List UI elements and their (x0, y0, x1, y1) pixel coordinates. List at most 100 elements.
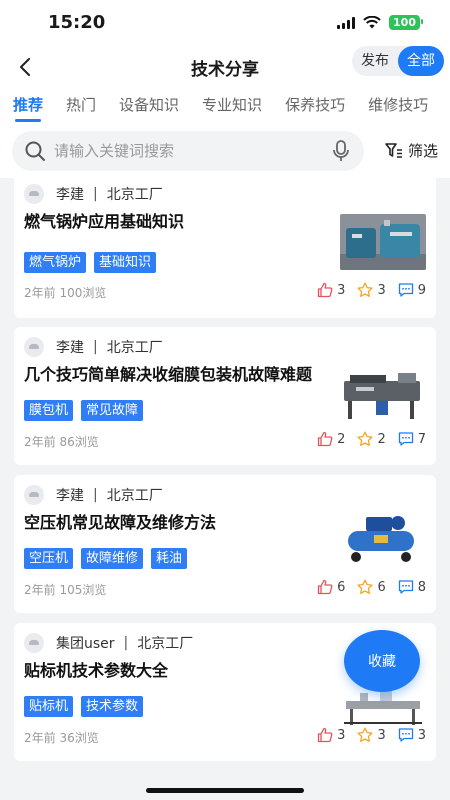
star-icon (357, 282, 373, 297)
post-title: 贴标机技术参数大全 (24, 661, 169, 680)
post-card[interactable]: 李建 | 北京工厂 燃气锅炉应用基础知识 燃气锅炉 基础知识 2年前 100浏览… (14, 178, 436, 318)
post-meta: 2年前 36浏览 (24, 729, 99, 746)
post-stats: 2 2 7 (305, 431, 426, 447)
status-icons: 100 (337, 15, 423, 30)
post-title: 几个技巧简单解决收缩膜包装机故障难题 (24, 365, 313, 384)
wifi-icon (363, 16, 381, 29)
company-name: 北京工厂 (106, 340, 163, 356)
post-tags: 膜包机 常见故障 (24, 400, 144, 421)
microphone-icon[interactable] (330, 139, 352, 163)
comment-icon (398, 728, 413, 742)
post-meta: 2年前 86浏览 (24, 433, 99, 450)
comment-button[interactable]: 3 (398, 727, 426, 743)
tag[interactable]: 空压机 (24, 548, 74, 569)
like-button[interactable]: 3 (317, 727, 345, 743)
comment-button[interactable]: 7 (398, 431, 426, 447)
comment-icon (398, 580, 413, 594)
post-tags: 燃气锅炉 基础知识 (24, 252, 157, 273)
tag[interactable]: 燃气锅炉 (24, 252, 87, 273)
star-count: 2 (377, 431, 386, 447)
tag[interactable]: 基础知识 (94, 252, 157, 273)
post-thumbnail-air-compressor (340, 509, 426, 565)
comment-icon (398, 283, 413, 297)
post-meta: 2年前 105浏览 (24, 581, 106, 598)
segment-all[interactable]: 全部 (398, 46, 444, 76)
like-count: 2 (337, 431, 346, 447)
star-count: 6 (377, 579, 386, 595)
author-name: 李建 (56, 340, 84, 356)
tab-professional-knowledge[interactable]: 专业知识 (202, 86, 262, 126)
post-views: 100浏览 (59, 286, 107, 300)
post-time: 2年前 (24, 583, 56, 597)
divider: | (93, 339, 98, 355)
star-button[interactable]: 3 (357, 282, 386, 298)
company-name: 北京工厂 (137, 636, 194, 652)
tab-recommend[interactable]: 推荐 (13, 86, 43, 126)
star-count: 3 (377, 727, 386, 743)
favorite-fab[interactable]: 收藏 (344, 630, 420, 692)
post-tags: 空压机 故障维修 耗油 (24, 548, 188, 569)
comment-icon (398, 432, 413, 446)
thumbs-up-icon (318, 727, 333, 743)
search-box (12, 131, 364, 171)
like-count: 3 (337, 727, 346, 743)
like-button[interactable]: 2 (317, 431, 345, 447)
like-count: 3 (337, 282, 346, 298)
post-meta: 2年前 100浏览 (24, 284, 106, 301)
battery-indicator: 100 (389, 15, 423, 30)
star-icon (357, 579, 373, 594)
post-stats: 3 3 9 (305, 282, 426, 298)
avatar (24, 184, 44, 204)
segment-publish[interactable]: 发布 (352, 46, 398, 76)
author-name: 李建 (56, 488, 84, 504)
tab-hot[interactable]: 热门 (66, 86, 96, 126)
filter-icon (385, 142, 402, 158)
signal-icon (337, 16, 356, 29)
home-indicator (146, 788, 304, 793)
star-button[interactable]: 3 (357, 727, 386, 743)
like-button[interactable]: 6 (317, 579, 345, 595)
tag[interactable]: 常见故障 (81, 400, 144, 421)
avatar (24, 485, 44, 505)
category-tabs: 推荐 热门 设备知识 专业知识 保养技巧 维修技巧 (0, 86, 450, 126)
divider: | (93, 186, 98, 202)
post-tags: 贴标机 技术参数 (24, 696, 144, 717)
post-author-row: 李建 | 北京工厂 (24, 184, 163, 204)
filter-button[interactable]: 筛选 (384, 140, 438, 161)
post-card[interactable]: 李建 | 北京工厂 几个技巧简单解决收缩膜包装机故障难题 膜包机 常见故障 2年… (14, 327, 436, 465)
post-title: 空压机常见故障及维修方法 (24, 513, 217, 532)
comment-count: 3 (417, 727, 426, 743)
star-icon (357, 431, 373, 446)
tag[interactable]: 技术参数 (81, 696, 144, 717)
thumbs-up-icon (318, 282, 333, 298)
post-author-row: 李建 | 北京工厂 (24, 337, 163, 357)
tag[interactable]: 故障维修 (81, 548, 144, 569)
tab-equipment-knowledge[interactable]: 设备知识 (119, 86, 179, 126)
filter-label: 筛选 (407, 142, 438, 160)
author-name: 李建 (56, 187, 84, 203)
post-card[interactable]: 李建 | 北京工厂 空压机常见故障及维修方法 空压机 故障维修 耗油 2年前 1… (14, 475, 436, 613)
tab-repair-tips[interactable]: 维修技巧 (368, 86, 428, 126)
star-button[interactable]: 6 (357, 579, 386, 595)
like-button[interactable]: 3 (317, 282, 345, 298)
publish-all-toggle: 发布 全部 (352, 46, 444, 76)
post-time: 2年前 (24, 435, 56, 449)
divider: | (93, 487, 98, 503)
post-stats: 6 6 8 (305, 579, 426, 595)
search-icon (25, 141, 45, 161)
tag[interactable]: 膜包机 (24, 400, 74, 421)
post-views: 36浏览 (59, 731, 99, 745)
star-count: 3 (377, 282, 386, 298)
comment-count: 9 (417, 282, 426, 298)
tag[interactable]: 贴标机 (24, 696, 74, 717)
tag[interactable]: 耗油 (151, 548, 188, 569)
comment-button[interactable]: 9 (398, 282, 426, 298)
post-author-row: 李建 | 北京工厂 (24, 485, 163, 505)
tab-maintenance-tips[interactable]: 保养技巧 (285, 86, 345, 126)
star-button[interactable]: 2 (357, 431, 386, 447)
post-views: 86浏览 (59, 435, 99, 449)
nav-bar: 技术分享 发布 全部 (0, 46, 450, 86)
search-input[interactable] (54, 131, 324, 171)
comment-button[interactable]: 8 (398, 579, 426, 595)
post-author-row: 集团user | 北京工厂 (24, 633, 193, 653)
